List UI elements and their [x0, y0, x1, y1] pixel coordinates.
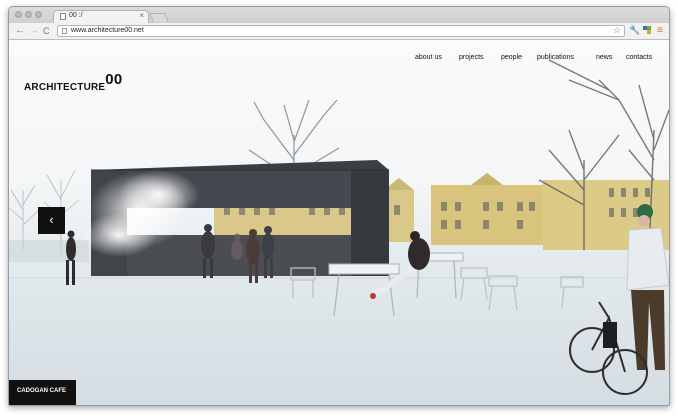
wrench-icon[interactable]: 🔧	[629, 25, 640, 36]
nav-contacts[interactable]: contacts	[626, 54, 652, 61]
brand-number: 00	[105, 71, 123, 88]
hero-image	[9, 59, 669, 405]
extension-icon[interactable]	[642, 25, 652, 36]
brand-text: ARCHITECTURE	[24, 82, 106, 93]
forward-icon[interactable]: →	[29, 25, 39, 37]
previous-slide-button[interactable]: ‹	[38, 207, 65, 234]
page-icon	[60, 13, 66, 20]
new-tab-button[interactable]	[149, 13, 169, 22]
browser-tab[interactable]: 00 :/ ×	[53, 10, 149, 23]
nav-publications[interactable]: publications	[537, 54, 574, 61]
tab-close-icon[interactable]: ×	[139, 11, 144, 20]
maximize-window-icon[interactable]	[35, 11, 42, 18]
project-caption[interactable]: CADOGAN CAFE	[9, 380, 76, 405]
browser-menu-icon[interactable]: ≡	[655, 25, 665, 36]
caption-text: CADOGAN CAFE	[17, 388, 66, 394]
reload-icon[interactable]: C	[43, 25, 50, 37]
tab-title: 00 :/	[69, 12, 83, 19]
back-icon[interactable]: ←	[15, 25, 25, 37]
address-bar[interactable]: www.architecture00.net ☆	[57, 25, 625, 37]
bookmark-star-icon[interactable]: ☆	[613, 25, 621, 36]
site-navigation: about us projects people publications ne…	[9, 54, 669, 66]
browser-toolbar: ← → C www.architecture00.net ☆ 🔧 ≡	[9, 23, 669, 40]
chevron-left-icon: ‹	[49, 212, 54, 227]
nav-projects[interactable]: projects	[459, 54, 484, 61]
nav-about-us[interactable]: about us	[415, 54, 442, 61]
nav-news[interactable]: news	[596, 54, 612, 61]
close-window-icon[interactable]	[15, 11, 22, 18]
nav-people[interactable]: people	[501, 54, 522, 61]
minimize-window-icon[interactable]	[25, 11, 32, 18]
url-text[interactable]: www.architecture00.net	[71, 27, 144, 34]
browser-window: 00 :/ × ← → C www.architecture00.net ☆ 🔧…	[8, 6, 670, 406]
tab-strip: 00 :/ ×	[9, 7, 669, 23]
site-logo[interactable]: ARCHITECTURE00	[24, 71, 122, 94]
website-viewport: ARCHITECTURE00 about us projects people …	[9, 40, 669, 405]
page-icon	[62, 28, 67, 34]
